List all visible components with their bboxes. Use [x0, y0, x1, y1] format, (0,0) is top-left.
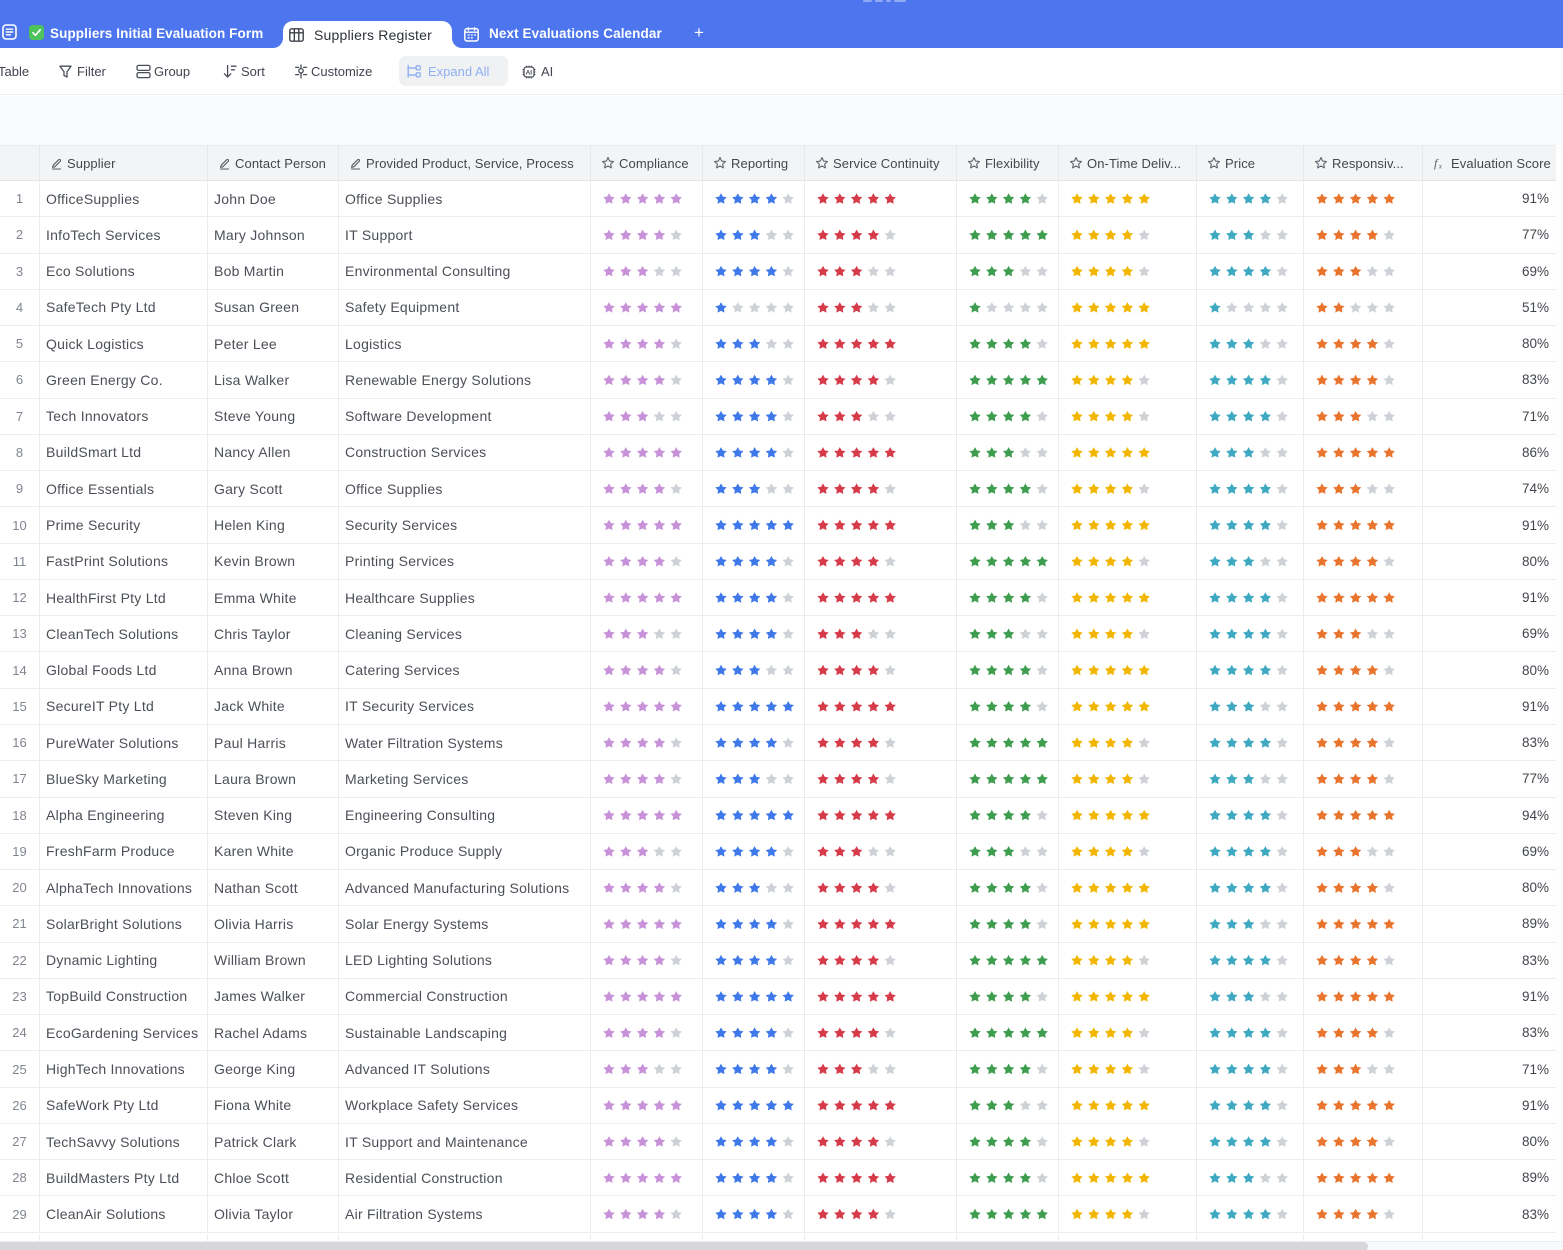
svg-text:AI: AI — [526, 70, 533, 77]
svg-text:x: x — [1438, 161, 1443, 169]
